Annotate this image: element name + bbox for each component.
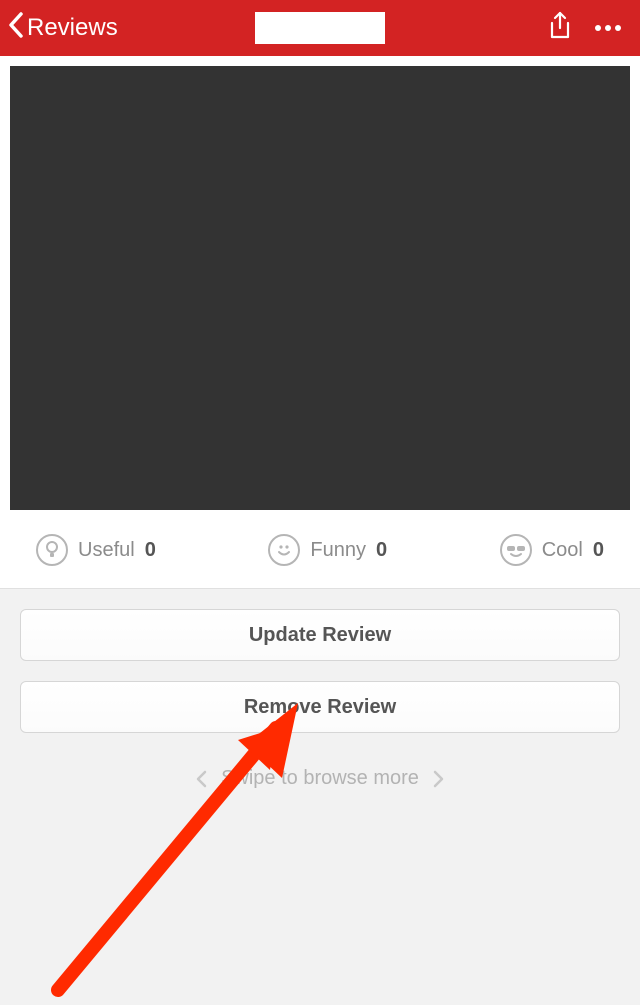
lightbulb-icon [36,534,68,566]
update-review-button[interactable]: Update Review [20,609,620,661]
funny-label: Funny [310,539,366,562]
useful-count: 0 [145,539,156,562]
funny-reaction[interactable]: Funny 0 [268,534,387,566]
chevron-right-icon [433,770,444,788]
swipe-hint[interactable]: Swipe to browse more [20,767,620,790]
more-icon[interactable] [594,19,622,37]
swipe-hint-label: Swipe to browse more [221,767,419,790]
title-area [255,12,385,44]
smile-icon [268,534,300,566]
header-bar: Reviews [0,0,640,56]
back-button[interactable]: Reviews [8,12,118,45]
chevron-left-icon [196,770,207,788]
header-actions [548,11,632,46]
useful-label: Useful [78,539,135,562]
cool-reaction[interactable]: Cool 0 [500,534,604,566]
content-area [0,56,640,510]
share-icon[interactable] [548,11,572,46]
chevron-left-icon [8,12,23,45]
funny-count: 0 [376,539,387,562]
remove-review-button[interactable]: Remove Review [20,681,620,733]
sunglasses-icon [500,534,532,566]
useful-reaction[interactable]: Useful 0 [36,534,156,566]
cool-label: Cool [542,539,583,562]
actions-area: Update Review Remove Review Swipe to bro… [0,588,640,790]
cool-count: 0 [593,539,604,562]
review-media[interactable] [10,66,630,510]
back-label: Reviews [27,14,118,42]
reactions-row: Useful 0 Funny 0 Cool 0 [0,510,640,588]
